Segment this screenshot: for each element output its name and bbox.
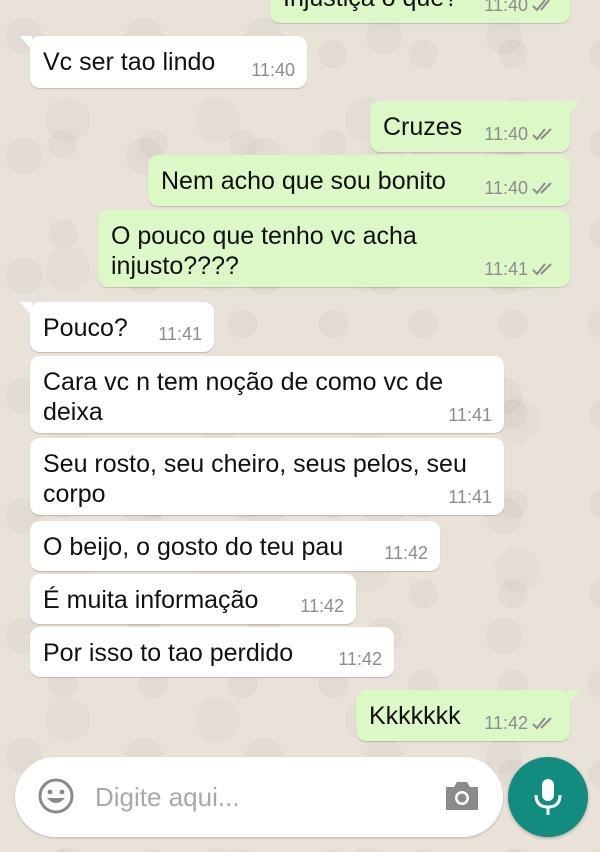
message-outgoing[interactable]: Injustiça o que? 11:40 <box>270 0 570 23</box>
message-meta: 11:40 <box>484 124 558 144</box>
message-composer: Digite aqui... <box>15 757 503 837</box>
message-incoming[interactable]: O beijo, o gosto do teu pau 11:42 <box>30 521 440 571</box>
message-incoming[interactable]: Seu rosto, seu cheiro, seus pelos, seu c… <box>30 438 504 515</box>
message-time: 11:42 <box>338 649 382 669</box>
message-text: Kkkkkkk <box>369 702 461 730</box>
message-meta: 11:42 <box>300 596 344 616</box>
microphone-button[interactable] <box>508 757 588 837</box>
message-text: Pouco? <box>43 314 128 342</box>
message-text: É muita informação <box>43 586 259 614</box>
message-time: 11:41 <box>484 259 528 279</box>
double-check-icon <box>532 182 552 195</box>
message-input[interactable]: Digite aqui... <box>95 782 240 813</box>
message-incoming[interactable]: Cara vc n tem noção de como vc de deixa … <box>30 356 504 433</box>
message-meta: 11:42 <box>484 713 558 733</box>
message-text-line-1: Seu rosto, seu cheiro, seus pelos, seu <box>43 450 467 478</box>
message-time: 11:41 <box>448 487 492 507</box>
message-incoming[interactable]: É muita informação 11:42 <box>30 574 356 624</box>
message-meta: 11:40 <box>484 178 558 198</box>
camera-icon[interactable] <box>443 779 481 813</box>
message-time: 11:42 <box>384 543 428 563</box>
message-meta: 11:41 <box>448 405 492 425</box>
message-text: Por isso to tao perdido <box>43 639 294 667</box>
double-check-icon <box>532 263 552 276</box>
message-time: 11:41 <box>448 405 492 425</box>
message-incoming[interactable]: Por isso to tao perdido 11:42 <box>30 627 394 677</box>
message-meta: 11:41 <box>448 487 492 507</box>
message-meta: 11:41 <box>484 259 558 279</box>
message-meta: 11:40 <box>484 0 558 15</box>
message-outgoing[interactable]: Kkkkkkk 11:42 <box>356 690 580 741</box>
message-text-line-1: Cara vc n tem noção de como vc de <box>43 368 444 396</box>
emoji-icon[interactable] <box>37 777 75 815</box>
message-text-line-2: corpo <box>43 480 106 508</box>
message-meta: 11:42 <box>384 543 428 563</box>
message-text: Cruzes <box>383 113 463 141</box>
message-meta: 11:41 <box>158 324 202 344</box>
double-check-icon <box>532 128 552 141</box>
message-time: 11:40 <box>484 178 528 198</box>
message-text-line-2: deixa <box>43 398 103 426</box>
message-time: 11:42 <box>484 713 528 733</box>
message-outgoing[interactable]: Cruzes 11:40 <box>370 101 580 152</box>
message-text-line-1: O pouco que tenho vc acha <box>111 222 417 250</box>
message-incoming[interactable]: Vc ser tao lindo 11:40 <box>20 36 307 88</box>
microphone-icon <box>534 779 562 815</box>
message-text: Injustiça o que? <box>283 0 458 14</box>
message-time: 11:41 <box>158 324 202 344</box>
double-check-icon <box>532 0 558 12</box>
message-text: O beijo, o gosto do teu pau <box>43 533 344 561</box>
message-outgoing[interactable]: O pouco que tenho vc acha injusto???? 11… <box>98 210 570 287</box>
message-meta: 11:40 <box>251 60 295 80</box>
message-time: 11:40 <box>251 60 295 80</box>
message-text: Vc ser tao lindo <box>43 48 216 76</box>
message-text: Nem acho que sou bonito <box>161 167 446 195</box>
message-outgoing[interactable]: Nem acho que sou bonito 11:40 <box>148 155 570 206</box>
message-text-line-2: injusto???? <box>111 252 239 280</box>
message-incoming[interactable]: Pouco? 11:41 <box>20 302 214 352</box>
double-check-icon <box>532 717 552 730</box>
message-meta: 11:42 <box>338 649 382 669</box>
message-time: 11:40 <box>484 124 528 144</box>
message-time: 11:40 <box>484 0 528 15</box>
message-time: 11:42 <box>300 596 344 616</box>
